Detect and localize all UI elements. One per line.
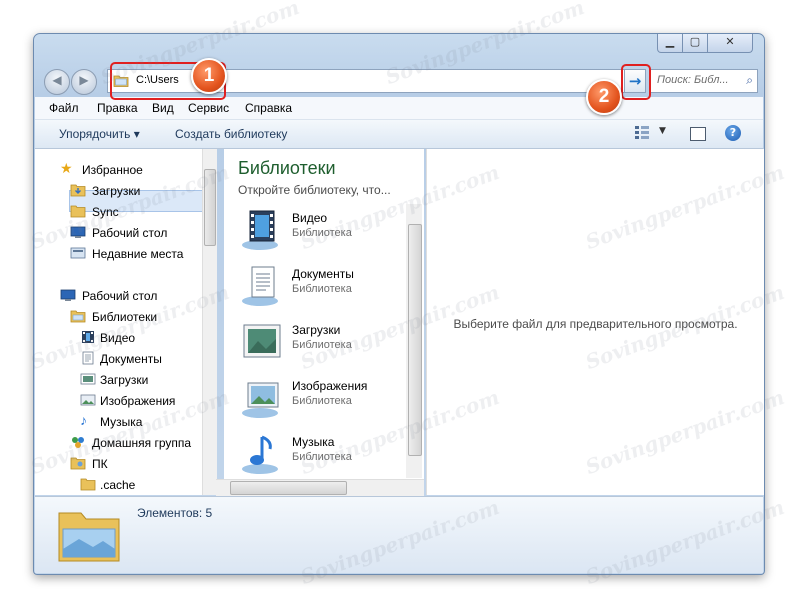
menu-service[interactable]: Сервис	[188, 101, 229, 115]
search-icon[interactable]: ⌕	[746, 73, 753, 88]
preview-message: Выберите файл для предварительного просм…	[453, 317, 738, 331]
folder-icon	[80, 478, 96, 491]
forward-button[interactable]: ▶	[71, 69, 97, 95]
search-input[interactable]: Поиск: Библ... ⌕	[650, 69, 758, 93]
tree-label: Загрузки	[100, 373, 149, 387]
tree-label: Библиотеки	[92, 310, 158, 324]
library-type: Библиотека	[292, 451, 352, 463]
organize-button[interactable]: Упорядочить ▾	[59, 127, 140, 141]
libraries-horizontal-scrollbar-thumb[interactable]	[230, 481, 347, 495]
close-icon: ✕	[725, 35, 735, 48]
tree-label: Рабочий стол	[92, 226, 168, 240]
tree-label: ПК	[92, 457, 108, 471]
maximize-icon: ▢	[689, 35, 701, 48]
library-type: Библиотека	[292, 283, 352, 295]
user-folder-icon	[70, 457, 86, 470]
tree-label: Музыка	[100, 415, 143, 429]
homegroup-icon	[72, 437, 84, 448]
change-view-icon[interactable]	[635, 126, 649, 140]
go-button-highlight-frame	[621, 64, 651, 100]
documents-icon	[82, 351, 94, 365]
library-name: Музыка	[292, 435, 335, 449]
preview-pane-icon[interactable]	[690, 127, 706, 141]
tree-label: Избранное	[82, 163, 143, 177]
tree-label: Рабочий стол	[82, 289, 158, 303]
tree-label: Sync	[92, 205, 119, 219]
tree-label: Недавние места	[92, 247, 184, 261]
preview-pane: Выберите файл для предварительного просм…	[426, 149, 764, 495]
step-marker-2: 2	[586, 79, 622, 115]
minimize-icon: ▁	[665, 35, 675, 48]
tree-label: Документы	[100, 352, 162, 366]
libraries-vertical-scrollbar-thumb[interactable]	[408, 224, 422, 456]
library-name: Видео	[292, 211, 328, 225]
documents-library-icon	[242, 266, 278, 306]
library-name: Документы	[292, 267, 354, 281]
tree-label: Изображения	[100, 394, 176, 408]
step-marker-1: 1	[191, 58, 227, 94]
menu-view[interactable]: Вид	[152, 101, 174, 115]
details-pane: Элементов: 5	[35, 496, 763, 573]
menu-edit[interactable]: Правка	[97, 101, 138, 115]
library-name: Загрузки	[292, 323, 341, 337]
libraries-icon	[70, 310, 86, 323]
libraries-folder-icon	[58, 512, 120, 562]
video-library-icon	[242, 210, 278, 250]
forward-arrow-icon: ▶	[79, 73, 89, 87]
menu-bar: Файл Правка Вид Сервис Справка	[35, 97, 763, 120]
maximize-button[interactable]: ▢	[682, 34, 708, 53]
desktop-icon	[70, 226, 86, 238]
library-type: Библиотека	[292, 339, 352, 351]
libraries-subtitle: Откройте библиотеку, что...	[238, 183, 391, 197]
library-item-images[interactable]: Изображения Библиотека	[234, 371, 404, 425]
library-name: Изображения	[292, 379, 368, 393]
star-icon: ★	[60, 160, 73, 176]
library-item-video[interactable]: Видео Библиотека	[234, 203, 404, 257]
create-library-button[interactable]: Создать библиотеку	[175, 127, 287, 141]
command-bar: Упорядочить ▾ Создать библиотеку ▼ ?	[35, 120, 763, 149]
tree-label: .cache	[100, 478, 136, 492]
navigation-scrollbar-thumb[interactable]	[204, 169, 216, 246]
downloads-library-icon	[80, 373, 96, 385]
menu-file[interactable]: Файл	[49, 101, 79, 115]
libraries-title: Библиотеки	[238, 158, 336, 178]
downloads-folder-icon	[70, 184, 86, 197]
explorer-window: ▁ ▢ ✕ ◀ ▶ C:\Users → Поиск: Библ... ⌕ Фа…	[33, 33, 765, 575]
music-note-icon: ♪	[80, 412, 87, 428]
recent-places-icon	[70, 247, 86, 259]
images-icon	[80, 394, 96, 406]
tree-label: Загрузки	[92, 184, 141, 198]
library-type: Библиотека	[292, 227, 352, 239]
library-item-documents[interactable]: Документы Библиотека	[234, 259, 404, 313]
tree-label: Видео	[100, 331, 136, 345]
close-button[interactable]: ✕	[707, 34, 753, 53]
back-arrow-icon: ◀	[52, 73, 62, 87]
downloads-library-icon	[243, 324, 281, 358]
images-library-icon	[242, 382, 279, 418]
search-placeholder: Поиск: Библ...	[657, 74, 729, 86]
minimize-button[interactable]: ▁	[657, 34, 683, 53]
library-item-music[interactable]: Музыка Библиотека	[234, 427, 404, 481]
library-item-downloads[interactable]: Загрузки Библиотека	[234, 315, 404, 369]
view-options-chevron-down-icon[interactable]: ▼	[659, 126, 666, 136]
music-library-icon	[242, 435, 278, 474]
item-count: Элементов: 5	[137, 506, 213, 520]
video-icon	[82, 331, 94, 343]
menu-help[interactable]: Справка	[245, 101, 292, 115]
tree-label: Домашняя группа	[92, 436, 192, 450]
desktop-icon	[60, 289, 76, 301]
library-type: Библиотека	[292, 395, 352, 407]
folder-icon	[70, 205, 86, 218]
help-icon[interactable]: ?	[725, 125, 741, 141]
back-button[interactable]: ◀	[44, 69, 70, 95]
